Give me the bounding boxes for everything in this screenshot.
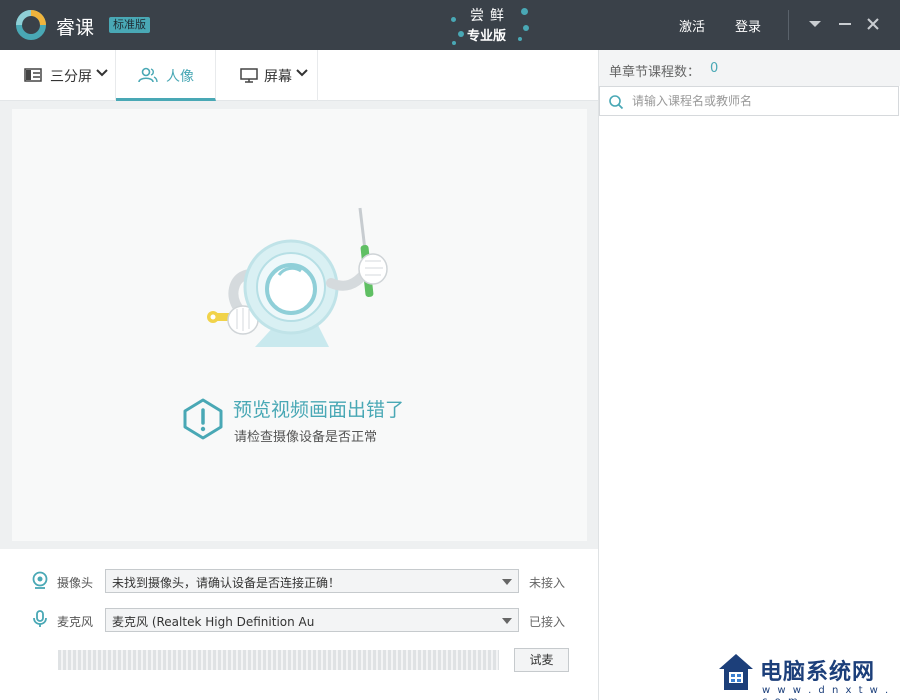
microphone-icon xyxy=(33,610,47,627)
course-count-value: 0 xyxy=(710,61,719,76)
watermark-text: 电脑系统网 xyxy=(760,660,876,685)
tab-label: 三分屏 xyxy=(50,69,92,85)
chevron-down-icon xyxy=(96,69,108,77)
camera-label: 摄像头 xyxy=(57,576,94,590)
test-mic-button[interactable]: 试麦 xyxy=(514,648,569,672)
camera-status: 未接入 xyxy=(529,576,566,590)
monitor-icon xyxy=(240,68,258,83)
warning-icon xyxy=(183,398,223,440)
activate-link[interactable]: 激活 xyxy=(679,16,705,35)
pro-label: 专业版 xyxy=(467,29,507,44)
dropdown-menu-icon[interactable] xyxy=(803,12,827,36)
preview-error-title: 预览视频画面出错了 xyxy=(233,399,405,421)
camera-mascot-illustration xyxy=(207,207,388,347)
camera-select-value: 未找到摄像头，请确认设备是否连接正确！ xyxy=(112,576,341,590)
tab-portrait[interactable]: 人像 xyxy=(116,50,216,101)
trial-label: 尝鲜 xyxy=(470,8,510,24)
mic-select-value: 麦克风 (Realtek High Definition Au xyxy=(112,615,315,629)
title-bar: 睿课 标准版 尝鲜 专业版 激活 登录 xyxy=(0,0,900,50)
tab-three-split[interactable]: 三分屏 xyxy=(0,50,116,101)
mic-label: 麦克风 xyxy=(57,615,94,629)
chevron-down-icon xyxy=(502,618,512,624)
tab-screen[interactable]: 屏幕 xyxy=(216,50,318,101)
preview-error-subtitle: 请检查摄像设备是否正常 xyxy=(234,430,378,445)
course-search-box[interactable] xyxy=(599,86,899,116)
search-icon xyxy=(609,95,624,110)
close-icon[interactable] xyxy=(861,12,885,36)
layout-icon xyxy=(24,68,42,82)
watermark: 电脑系统网 w w w . d n x t w . c o m xyxy=(715,650,900,700)
title-divider xyxy=(788,10,789,40)
minimize-icon[interactable] xyxy=(833,12,857,36)
camera-icon xyxy=(32,571,48,589)
course-search-input[interactable] xyxy=(632,92,892,110)
login-link[interactable]: 登录 xyxy=(735,16,761,35)
tab-label: 屏幕 xyxy=(264,69,292,85)
chevron-down-icon xyxy=(296,69,308,77)
app-logo-icon xyxy=(16,10,46,40)
house-logo-icon xyxy=(719,654,753,690)
trial-pro-badge[interactable]: 尝鲜 专业版 xyxy=(448,3,538,47)
edition-badge: 标准版 xyxy=(109,17,150,33)
app-name: 睿课 xyxy=(56,17,95,39)
source-tabs: 三分屏 人像 屏幕 xyxy=(0,50,598,101)
course-count-header: 单章节课程数： 0 xyxy=(599,50,900,86)
mic-level-meter xyxy=(58,650,499,670)
tab-label: 人像 xyxy=(166,69,194,85)
device-settings: 摄像头 未找到摄像头，请确认设备是否连接正确！ 未接入 麦克风 麦克风 (Rea… xyxy=(0,549,598,700)
watermark-url: w w w . d n x t w . c o m xyxy=(762,685,891,700)
chevron-down-icon xyxy=(502,579,512,585)
mic-status: 已接入 xyxy=(529,615,566,629)
users-icon xyxy=(138,67,158,83)
course-count-label: 单章节课程数： xyxy=(609,65,701,80)
mic-select[interactable]: 麦克风 (Realtek High Definition Au xyxy=(105,608,519,632)
course-panel: 单章节课程数： 0 xyxy=(599,50,900,700)
camera-select[interactable]: 未找到摄像头，请确认设备是否连接正确！ xyxy=(105,569,519,593)
